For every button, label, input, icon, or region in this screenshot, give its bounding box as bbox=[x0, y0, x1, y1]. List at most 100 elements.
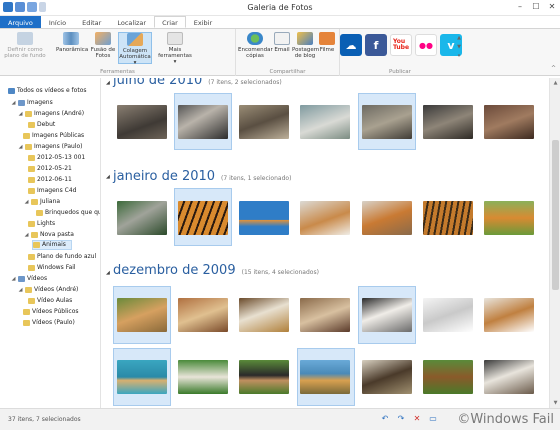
set-wallpaper-button[interactable]: Definir como plano de fundo bbox=[4, 32, 46, 59]
nav-item-2012-06-11[interactable]: 2012-06-11 bbox=[28, 175, 72, 185]
tab-arquivo[interactable]: Arquivo bbox=[0, 16, 41, 28]
photo-thumbnail[interactable] bbox=[178, 105, 228, 139]
photo-thumbnail[interactable] bbox=[484, 201, 534, 235]
nav-item-imagens-paulo[interactable]: ◢ Imagens (Paulo) bbox=[18, 142, 82, 152]
photo-thumbnail[interactable] bbox=[484, 105, 534, 139]
nav-label: Vídeo Aulas bbox=[37, 297, 73, 304]
tab-inicio[interactable]: Início bbox=[41, 16, 74, 28]
nav-item-imagens-publicas[interactable]: Imagens Públicas bbox=[23, 131, 84, 141]
nav-item-windows-fail[interactable]: Windows Fail bbox=[28, 263, 76, 273]
facebook-icon[interactable]: f bbox=[365, 34, 387, 56]
photo-thumbnail[interactable] bbox=[423, 105, 473, 139]
photo-thumbnail[interactable] bbox=[239, 298, 289, 332]
close-button[interactable]: ✕ bbox=[546, 2, 558, 11]
scroll-up-icon[interactable]: ▲ bbox=[550, 80, 560, 86]
group-collapse-icon[interactable]: ◢ bbox=[106, 174, 110, 180]
flickr-icon[interactable]: ●● bbox=[415, 34, 437, 56]
collapse-arrow-icon[interactable]: ◢ bbox=[18, 109, 23, 119]
collapse-arrow-icon[interactable]: ◢ bbox=[11, 274, 16, 284]
photo-thumbnail[interactable] bbox=[300, 360, 350, 394]
photo-thumbnail[interactable] bbox=[239, 360, 289, 394]
scrollbar-thumb[interactable] bbox=[552, 140, 559, 290]
collapse-arrow-icon[interactable]: ◢ bbox=[24, 197, 29, 207]
youtube-icon[interactable]: You Tube bbox=[390, 34, 412, 56]
more-tools-button[interactable]: Mais ferramentas ▾ bbox=[158, 32, 192, 65]
nav-item-lights[interactable]: Lights bbox=[28, 219, 55, 229]
photo-thumbnail[interactable] bbox=[484, 360, 534, 394]
nav-item-videos-andre[interactable]: ◢ Vídeos (André) bbox=[18, 285, 78, 295]
tab-localizar[interactable]: Localizar bbox=[109, 16, 154, 28]
nav-item-videos[interactable]: ◢ Vídeos bbox=[11, 274, 47, 284]
movie-button[interactable]: Filme bbox=[316, 32, 338, 53]
order-prints-button[interactable]: Encomendar cópias bbox=[238, 32, 273, 59]
photo-thumbnail[interactable] bbox=[117, 360, 167, 394]
nav-item-debut[interactable]: Debut bbox=[28, 120, 55, 130]
group-collapse-icon[interactable]: ◢ bbox=[106, 80, 110, 86]
rotate-right-icon[interactable]: ↷ bbox=[396, 414, 406, 423]
maximize-button[interactable]: ☐ bbox=[530, 2, 542, 11]
collapse-arrow-icon[interactable]: ◢ bbox=[11, 98, 16, 108]
photo-thumbnail[interactable] bbox=[117, 105, 167, 139]
photo-thumbnail[interactable] bbox=[362, 360, 412, 394]
nav-label: Animais bbox=[42, 241, 66, 248]
folder-icon bbox=[28, 122, 35, 128]
email-button[interactable]: Email bbox=[270, 32, 294, 53]
photo-thumbnail[interactable] bbox=[239, 105, 289, 139]
collapse-ribbon-icon[interactable]: ^ bbox=[551, 65, 556, 72]
photo-thumbnail[interactable] bbox=[300, 105, 350, 139]
slideshow-icon[interactable]: ▭ bbox=[428, 414, 438, 423]
nav-item-all[interactable]: Todos os vídeos e fotos bbox=[8, 86, 87, 96]
group-header[interactable]: janeiro de 2010 (7 itens, 1 selecionado) bbox=[113, 169, 291, 184]
tab-exibir[interactable]: Exibir bbox=[186, 16, 220, 28]
onedrive-icon[interactable]: ☁ bbox=[340, 34, 362, 56]
collapse-arrow-icon[interactable]: ◢ bbox=[24, 230, 29, 240]
nav-item-videos-paulo[interactable]: Vídeos (Paulo) bbox=[23, 318, 75, 328]
photo-fuse-button[interactable]: Fusão de Fotos bbox=[88, 32, 118, 59]
scroll-down-icon[interactable]: ▼ bbox=[550, 400, 560, 406]
panorama-button[interactable]: Panorâmica bbox=[56, 32, 88, 53]
nav-item-imagens-c4d[interactable]: Imagens C4d bbox=[28, 186, 76, 196]
collapse-arrow-icon[interactable]: ◢ bbox=[18, 285, 23, 295]
rotate-left-icon[interactable]: ↶ bbox=[380, 414, 390, 423]
photo-thumbnail[interactable] bbox=[300, 201, 350, 235]
nav-item-plano-azul[interactable]: Plano de fundo azul bbox=[28, 252, 96, 262]
nav-item-videos-publicos[interactable]: Vídeos Públicos bbox=[23, 307, 79, 317]
photo-thumbnail[interactable] bbox=[423, 201, 473, 235]
nav-item-imagens[interactable]: ◢ Imagens bbox=[11, 98, 53, 108]
nav-item-video-aulas[interactable]: Vídeo Aulas bbox=[28, 296, 72, 306]
delete-icon[interactable]: ✕ bbox=[412, 414, 422, 423]
auto-collage-button[interactable]: Colagem Automática ▾ bbox=[118, 32, 152, 66]
photo-thumbnail[interactable] bbox=[362, 105, 412, 139]
collapse-arrow-icon[interactable]: ◢ bbox=[18, 142, 23, 152]
nav-item-animais[interactable]: Animais bbox=[32, 240, 72, 250]
tab-criar[interactable]: Criar bbox=[154, 16, 186, 28]
minimize-button[interactable]: – bbox=[514, 2, 526, 11]
nav-item-juliana[interactable]: ◢ Juliana bbox=[24, 197, 60, 207]
group-collapse-icon[interactable]: ◢ bbox=[106, 270, 110, 276]
photo-thumbnail[interactable] bbox=[178, 201, 228, 235]
blog-post-button[interactable]: Postagem de blog bbox=[292, 32, 319, 59]
folder-icon bbox=[28, 177, 35, 183]
nav-item-2012-05-13[interactable]: 2012-05-13 001 bbox=[28, 153, 85, 163]
photo-thumbnail[interactable] bbox=[239, 201, 289, 235]
group-header[interactable]: julho de 2010 (7 itens, 2 selecionados) bbox=[113, 78, 282, 88]
photo-thumbnail[interactable] bbox=[117, 201, 167, 235]
nav-item-brinquedos[interactable]: Brinquedos que que bbox=[36, 208, 100, 218]
group-label-compartilhar: Compartilhar bbox=[269, 69, 306, 75]
tab-editar[interactable]: Editar bbox=[74, 16, 109, 28]
nav-item-2012-05-21[interactable]: 2012-05-21 bbox=[28, 164, 72, 174]
vertical-scrollbar[interactable]: ▲ ▼ bbox=[549, 78, 560, 408]
photo-thumbnail[interactable] bbox=[423, 298, 473, 332]
ribbon-gallery-scroll[interactable]: ▲ ▼ ▾ bbox=[456, 34, 462, 62]
nav-item-nova-pasta[interactable]: ◢ Nova pasta bbox=[24, 230, 74, 240]
group-header[interactable]: dezembro de 2009 (15 itens, 4 selecionad… bbox=[113, 263, 319, 278]
nav-item-imagens-andre[interactable]: ◢ Imagens (André) bbox=[18, 109, 84, 119]
photo-thumbnail[interactable] bbox=[300, 298, 350, 332]
photo-thumbnail[interactable] bbox=[362, 201, 412, 235]
photo-thumbnail[interactable] bbox=[178, 360, 228, 394]
photo-thumbnail[interactable] bbox=[117, 298, 167, 332]
photo-thumbnail[interactable] bbox=[484, 298, 534, 332]
photo-thumbnail[interactable] bbox=[178, 298, 228, 332]
photo-thumbnail[interactable] bbox=[362, 298, 412, 332]
photo-thumbnail[interactable] bbox=[423, 360, 473, 394]
